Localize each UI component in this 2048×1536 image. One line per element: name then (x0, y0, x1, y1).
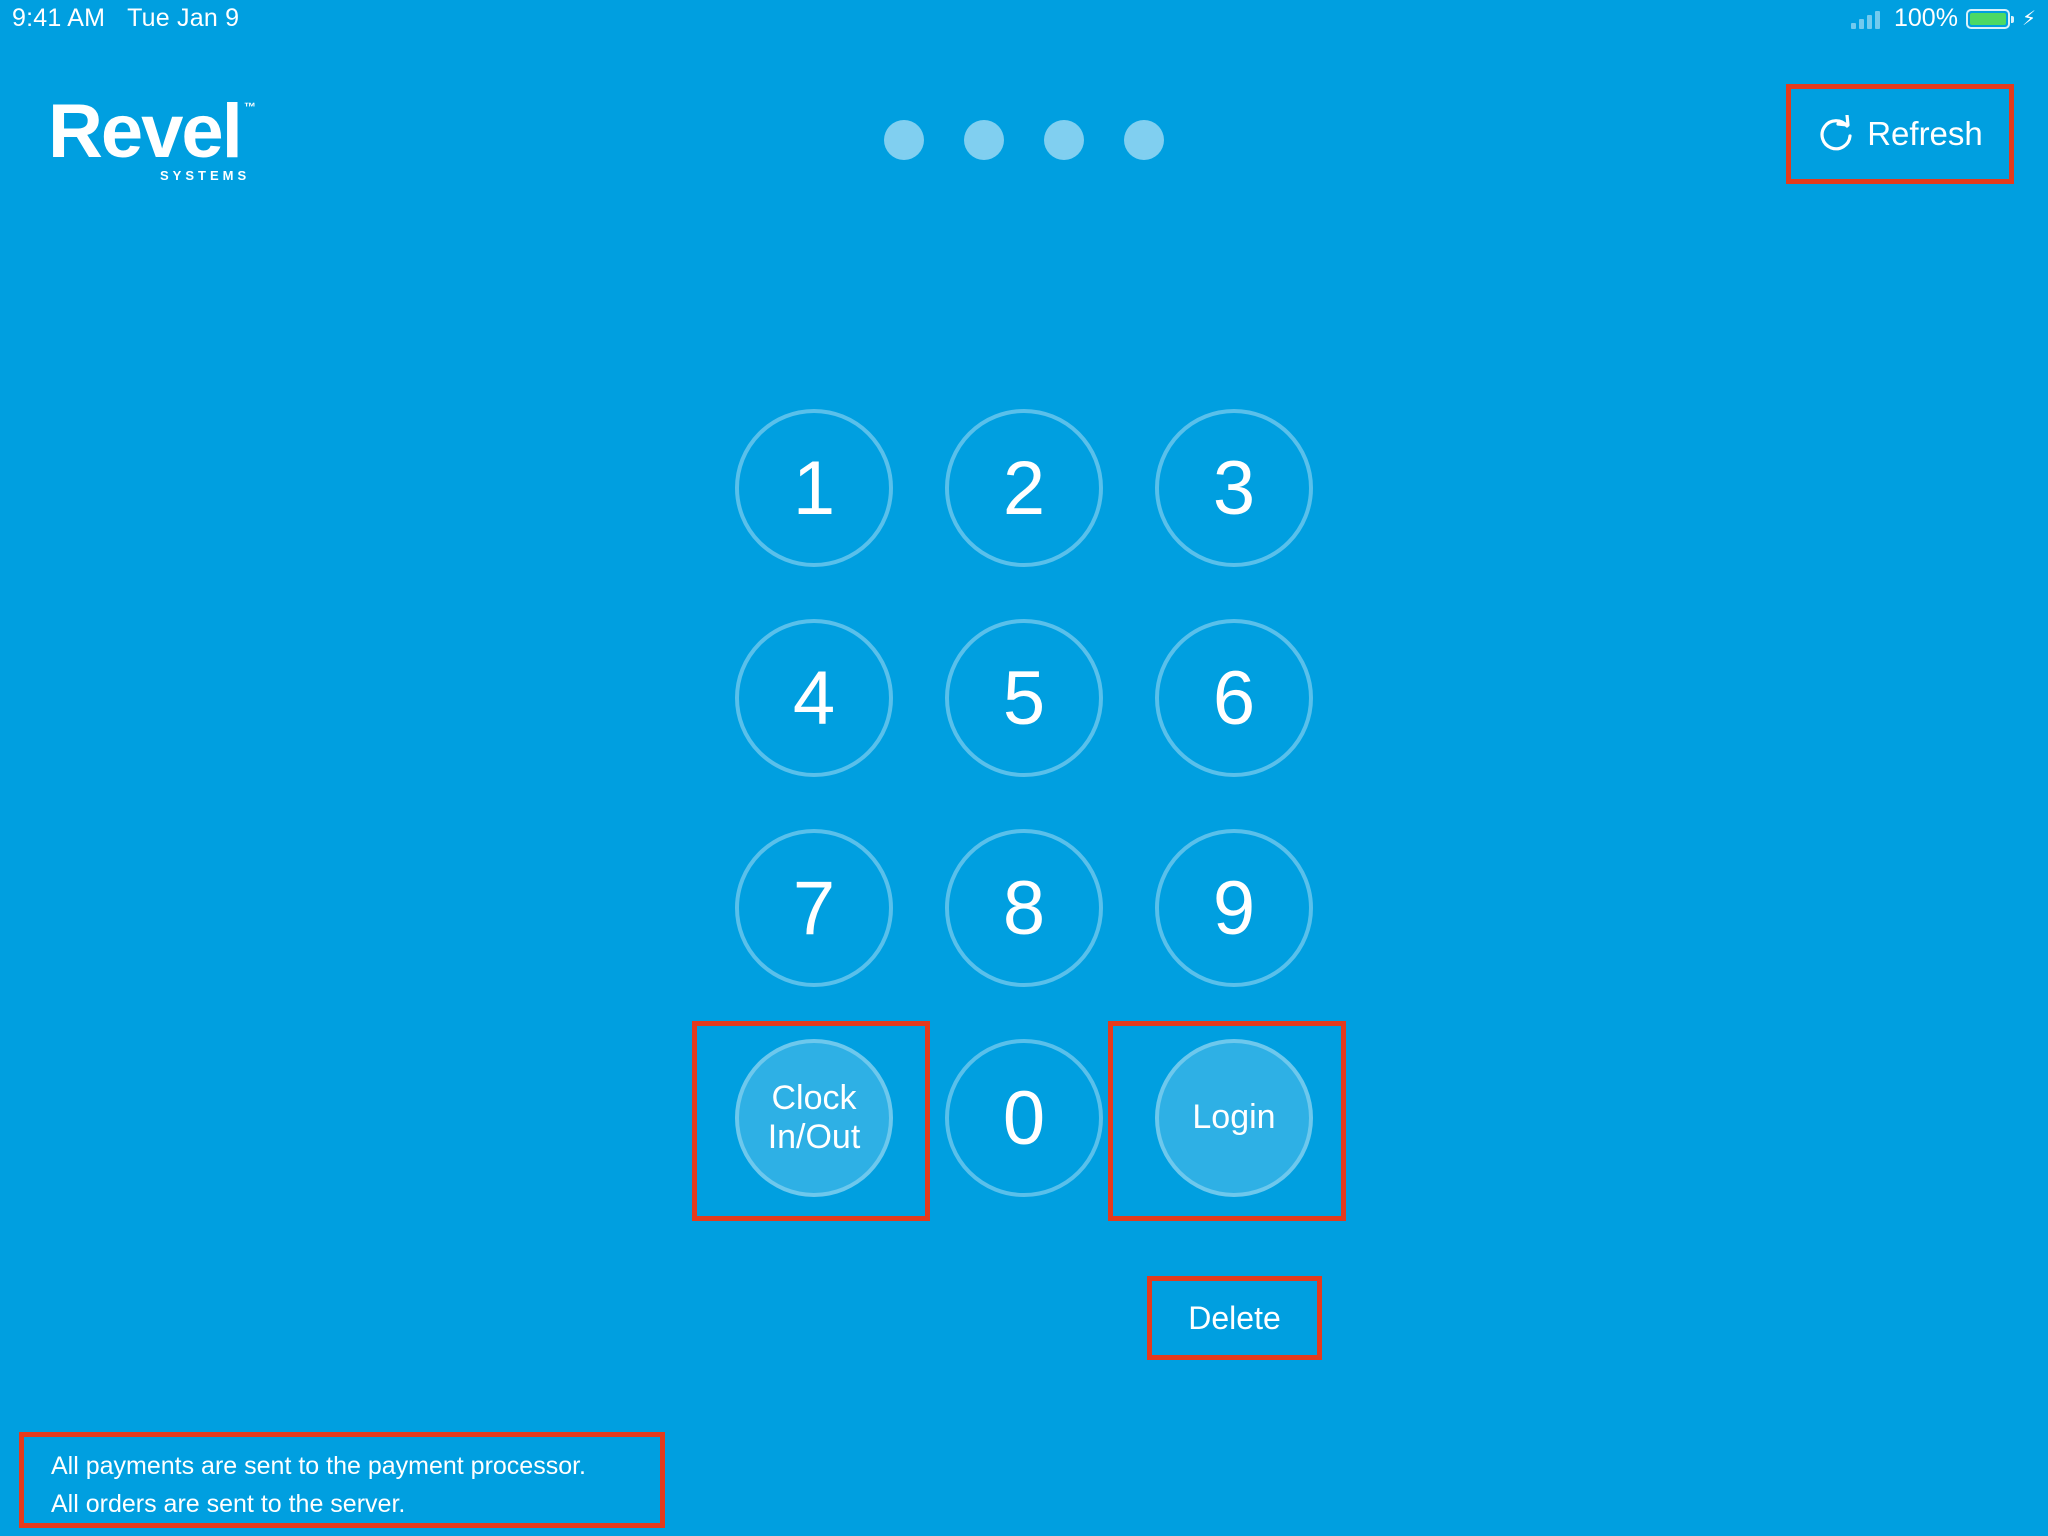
key-2[interactable]: 2 (945, 409, 1103, 567)
logo-wordmark: Revel (48, 89, 243, 174)
pin-indicator (884, 120, 1164, 160)
delete-label: Delete (1188, 1299, 1281, 1336)
status-time: 9:41 AM (12, 4, 106, 32)
key-1[interactable]: 1 (735, 409, 893, 567)
logo-subtitle: SYSTEMS (160, 168, 251, 183)
signal-icon (1851, 9, 1880, 29)
orders-status-text: All orders are sent to the server. (51, 1490, 406, 1518)
refresh-label: Refresh (1867, 115, 1983, 152)
status-bar-right: 100% ⚡ (1851, 4, 2036, 33)
refresh-icon (1817, 115, 1855, 153)
login-label: Login (1192, 1098, 1276, 1137)
logo-trademark: ™ (244, 100, 256, 114)
status-bar-left: 9:41 AM Tue Jan 9 (12, 4, 239, 33)
pin-dot (884, 120, 924, 160)
sync-status-message: All payments are sent to the payment pro… (19, 1432, 665, 1528)
key-4[interactable]: 4 (735, 619, 893, 777)
battery-percent: 100% (1894, 4, 1958, 32)
key-8[interactable]: 8 (945, 829, 1103, 987)
status-date: Tue Jan 9 (127, 4, 240, 32)
pin-dot (1044, 120, 1084, 160)
delete-button[interactable]: Delete (1147, 1276, 1322, 1360)
login-button[interactable]: Login (1155, 1039, 1313, 1197)
pin-dot (1124, 120, 1164, 160)
battery-level (1969, 12, 2006, 25)
key-5[interactable]: 5 (945, 619, 1103, 777)
clock-in-out-label: Clock In/Out (767, 1078, 861, 1156)
key-7[interactable]: 7 (735, 829, 893, 987)
key-0[interactable]: 0 (945, 1039, 1103, 1197)
battery-icon (1965, 8, 2014, 29)
pin-dot (964, 120, 1004, 160)
key-6[interactable]: 6 (1155, 619, 1313, 777)
charging-bolt-icon: ⚡ (2021, 8, 2036, 30)
clock-in-out-button[interactable]: Clock In/Out (735, 1039, 893, 1197)
refresh-button[interactable]: Refresh (1786, 84, 2014, 184)
payments-status-text: All payments are sent to the payment pro… (51, 1452, 586, 1480)
key-9[interactable]: 9 (1155, 829, 1313, 987)
revel-logo: Revel ™ SYSTEMS (48, 89, 268, 184)
key-3[interactable]: 3 (1155, 409, 1313, 567)
